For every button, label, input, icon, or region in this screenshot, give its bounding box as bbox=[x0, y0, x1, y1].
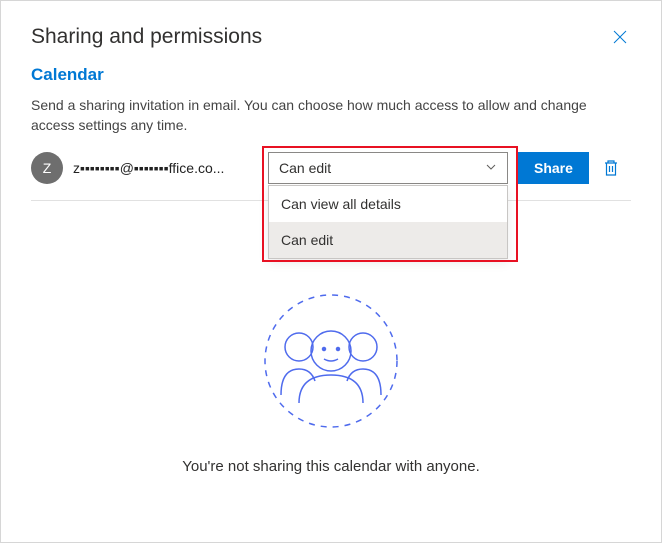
share-invitation-row: Z z▪▪▪▪▪▪▪▪@▪▪▪▪▪▪▪ffice.co... Can edit … bbox=[31, 152, 631, 201]
dialog-title: Sharing and permissions bbox=[31, 25, 262, 49]
permission-select[interactable]: Can edit bbox=[268, 152, 508, 184]
permission-option-view-details[interactable]: Can view all details bbox=[269, 186, 507, 222]
chevron-down-icon bbox=[485, 160, 497, 176]
close-button[interactable] bbox=[609, 26, 631, 48]
permission-selected-value: Can edit bbox=[279, 160, 331, 176]
calendar-heading: Calendar bbox=[31, 65, 631, 85]
trash-icon bbox=[603, 159, 619, 177]
permission-dropdown: Can view all details Can edit bbox=[268, 185, 508, 259]
share-button[interactable]: Share bbox=[518, 152, 589, 184]
delete-button[interactable] bbox=[599, 159, 623, 177]
permission-option-edit[interactable]: Can edit bbox=[269, 222, 507, 258]
avatar: Z bbox=[31, 152, 63, 184]
close-icon bbox=[613, 30, 627, 44]
sharing-description: Send a sharing invitation in email. You … bbox=[31, 95, 631, 136]
recipient-email: z▪▪▪▪▪▪▪▪@▪▪▪▪▪▪▪ffice.co... bbox=[73, 160, 258, 176]
empty-state-people-icon bbox=[251, 291, 411, 436]
empty-state-message: You're not sharing this calendar with an… bbox=[182, 458, 480, 475]
